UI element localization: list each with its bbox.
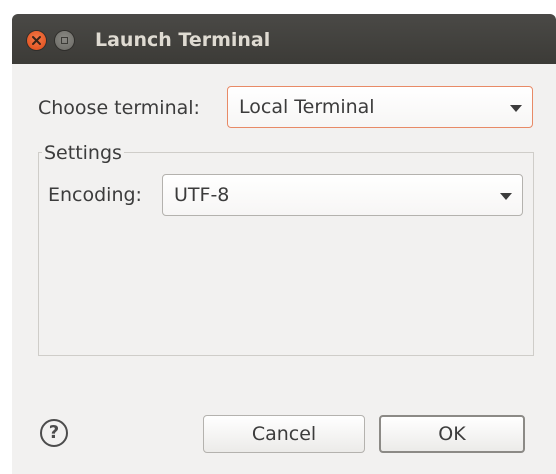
minimize-icon[interactable] bbox=[55, 31, 74, 50]
encoding-label: Encoding: bbox=[48, 184, 142, 206]
help-icon[interactable]: ? bbox=[40, 419, 68, 447]
window-title: Launch Terminal bbox=[95, 29, 271, 51]
minimize-glyph bbox=[61, 37, 68, 44]
chevron-down-icon bbox=[500, 193, 512, 200]
chevron-down-icon bbox=[510, 105, 522, 112]
title-bar bbox=[12, 14, 556, 64]
settings-group-label: Settings bbox=[42, 142, 124, 164]
close-icon[interactable] bbox=[27, 31, 46, 50]
choose-terminal-select[interactable]: Local Terminal bbox=[227, 86, 533, 128]
cancel-button[interactable]: Cancel bbox=[203, 415, 365, 453]
launch-terminal-dialog: Launch Terminal Choose terminal: Local T… bbox=[0, 0, 556, 474]
encoding-value: UTF-8 bbox=[174, 184, 230, 206]
ok-button[interactable]: OK bbox=[379, 415, 525, 453]
encoding-select[interactable]: UTF-8 bbox=[162, 174, 523, 216]
choose-terminal-label: Choose terminal: bbox=[38, 97, 200, 119]
choose-terminal-value: Local Terminal bbox=[239, 96, 375, 118]
